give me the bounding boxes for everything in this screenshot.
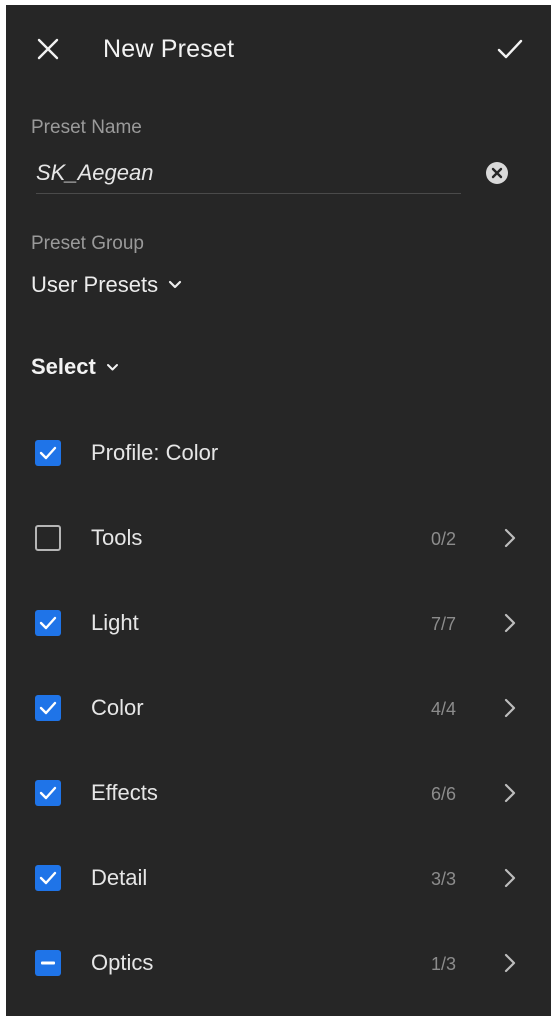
minus-icon: [41, 961, 55, 965]
setting-row-detail[interactable]: Detail 3/3: [6, 848, 551, 908]
setting-row-count: 0/2: [430, 529, 456, 549]
setting-row-profile[interactable]: Profile: Color: [6, 423, 551, 483]
setting-row-label: Optics: [91, 950, 154, 975]
preset-name-input[interactable]: [36, 155, 461, 191]
checkmark-icon: [39, 786, 57, 800]
setting-row-label: Detail: [91, 865, 148, 890]
checkmark-icon: [39, 701, 57, 715]
setting-row-effects[interactable]: Effects 6/6: [6, 763, 551, 823]
setting-row-tools[interactable]: Tools 0/2: [6, 508, 551, 568]
detail-checkbox[interactable]: [35, 865, 61, 891]
color-checkbox[interactable]: [35, 695, 61, 721]
setting-row-count: 3/3: [430, 869, 456, 889]
confirm-button[interactable]: [490, 31, 530, 67]
close-icon: [37, 38, 59, 60]
chevron-right-icon[interactable]: [500, 867, 520, 889]
setting-row-count: 7/7: [430, 614, 456, 634]
setting-row-count: 6/6: [430, 784, 456, 804]
preset-group-dropdown[interactable]: User Presets: [31, 269, 182, 301]
setting-row-optics[interactable]: Optics 1/3: [6, 933, 551, 993]
light-checkbox[interactable]: [35, 610, 61, 636]
profile-checkbox[interactable]: [35, 440, 61, 466]
new-preset-screen: New Preset Preset Name Preset Group User…: [6, 5, 551, 1016]
checkmark-icon: [39, 616, 57, 630]
preset-name-label: Preset Name: [31, 117, 142, 138]
setting-row-color[interactable]: Color 4/4: [6, 678, 551, 738]
clear-circle-icon[interactable]: [485, 161, 509, 185]
preset-group-label: Preset Group: [31, 233, 144, 254]
setting-row-label: Light: [91, 610, 139, 635]
setting-row-label: Effects: [91, 780, 158, 805]
setting-row-light[interactable]: Light 7/7: [6, 593, 551, 653]
preset-group-value: User Presets: [31, 272, 159, 297]
setting-row-label: Color: [91, 695, 144, 720]
checkmark-icon: [39, 871, 57, 885]
checkmark-icon: [39, 446, 57, 460]
chevron-down-icon: [106, 363, 118, 370]
select-label: Select: [31, 354, 96, 379]
preset-name-field-container: [36, 155, 461, 194]
setting-row-count: 1/3: [430, 954, 456, 974]
chevron-right-icon[interactable]: [500, 782, 520, 804]
setting-row-label: Profile: Color: [91, 440, 219, 465]
select-dropdown[interactable]: Select: [31, 350, 119, 384]
close-button[interactable]: [30, 31, 66, 67]
chevron-right-icon[interactable]: [500, 612, 520, 634]
tools-checkbox[interactable]: [35, 525, 61, 551]
chevron-right-icon[interactable]: [500, 527, 520, 549]
chevron-down-icon: [169, 280, 182, 289]
effects-checkbox[interactable]: [35, 780, 61, 806]
optics-checkbox[interactable]: [35, 950, 61, 976]
chevron-right-icon[interactable]: [500, 952, 520, 974]
top-bar: New Preset: [6, 5, 551, 95]
checkmark-icon: [497, 39, 523, 59]
setting-row-count: 4/4: [430, 699, 456, 719]
setting-row-label: Tools: [91, 525, 143, 550]
chevron-right-icon[interactable]: [500, 697, 520, 719]
page-title: New Preset: [103, 35, 235, 63]
